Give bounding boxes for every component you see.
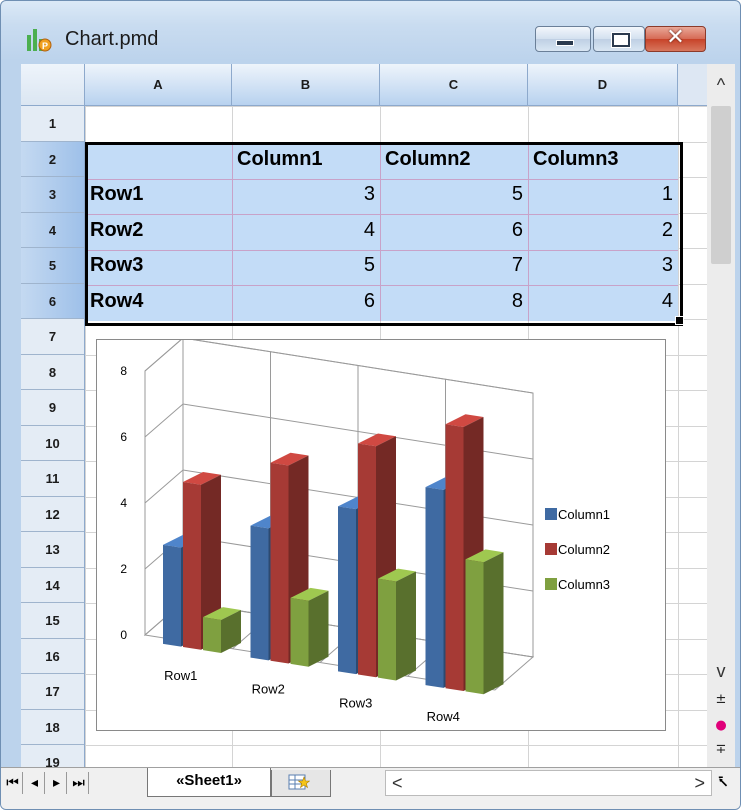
bar-side	[483, 552, 504, 695]
bar-column3-row1	[203, 617, 221, 653]
svg-text:P: P	[42, 41, 48, 51]
scroll-right-button[interactable]: >	[694, 771, 705, 795]
x-tick-label: Row3	[339, 695, 372, 710]
dot-icon[interactable]: ●	[707, 718, 735, 733]
selection-border	[85, 142, 683, 326]
row-header-15[interactable]: 15	[21, 603, 84, 639]
legend-swatch	[545, 543, 557, 555]
y-tick-label: 6	[120, 430, 127, 444]
row-header-7[interactable]: 7	[21, 319, 84, 355]
row-header-10[interactable]: 10	[21, 426, 84, 461]
row-header-13[interactable]: 13	[21, 532, 84, 568]
column-header-c[interactable]: C	[380, 64, 528, 105]
grid-row-line	[85, 745, 707, 746]
column-header-d[interactable]: D	[528, 64, 678, 105]
new-sheet-tab[interactable]	[271, 770, 331, 797]
row-header-bar: 1 2 3 4 5 6 7 8 9 10 11 12 13 14 15 16 17 18 19	[21, 106, 85, 767]
grid-row-line	[85, 106, 707, 107]
row-header-3[interactable]: 3	[21, 177, 84, 213]
spreadsheet-grid[interactable]: ABCD 1 2 3 4 5 6 7 8 9 10 11 12 13 14 15 16 17 18 19 Colum…	[21, 64, 707, 767]
legend-label: Column2	[558, 542, 610, 557]
select-all-corner[interactable]	[21, 64, 85, 105]
horizontal-scrollbar[interactable]: < >	[385, 770, 712, 796]
row-header-5[interactable]: 5	[21, 248, 84, 284]
x-tick-label: Row1	[164, 668, 197, 683]
row-header-2[interactable]: 2	[21, 141, 84, 177]
legend-swatch	[545, 508, 557, 520]
y-tick-label: 4	[120, 496, 127, 510]
maximize-button[interactable]	[593, 26, 645, 52]
last-sheet-icon[interactable]: ⏭	[69, 772, 89, 794]
maximize-icon	[611, 32, 631, 48]
chart-object[interactable]: 0 2 4 6 8 Row1 Row2 Row3 Row4 Column1 Column2 Colum…	[96, 336, 666, 731]
legend-label: Column1	[558, 507, 610, 522]
page-up-icon[interactable]: ±	[707, 692, 735, 707]
page-down-icon[interactable]: ∓	[707, 742, 735, 757]
row-header-9[interactable]: 9	[21, 390, 84, 426]
bar-column1-row3	[338, 506, 356, 675]
row-header-11[interactable]: 11	[21, 461, 84, 497]
new-sheet-icon	[288, 774, 310, 790]
prev-sheet-icon[interactable]: ◂	[25, 772, 45, 794]
bar-column1-row2	[250, 525, 269, 661]
tab-sheet1[interactable]: «Sheet1»	[147, 768, 271, 797]
legend-label: Column3	[558, 577, 610, 592]
scroll-down-button[interactable]: v	[707, 656, 735, 686]
row-header-17[interactable]: 17	[21, 674, 84, 710]
bar-column1-row1	[163, 544, 181, 647]
scroll-thumb[interactable]	[711, 106, 731, 264]
close-icon: ✕	[666, 25, 685, 50]
bar-side	[308, 590, 329, 667]
row-header-4[interactable]: 4	[21, 212, 84, 248]
bar-column2-row1	[183, 481, 201, 650]
bar-column3-row3	[378, 578, 396, 681]
bar-column2-row4	[445, 424, 464, 692]
bar-column3-row4	[465, 559, 484, 695]
minimize-button[interactable]	[535, 26, 591, 52]
application-window: P Chart.pmd ✕ ABCD 1 2 3 4 5 6 7 8 9 10 11 12 13 14 15…	[0, 0, 741, 810]
bar-column2-row2	[270, 462, 289, 664]
vertical-scrollbar[interactable]: ^ v ± ● ∓	[707, 64, 735, 767]
legend-swatch	[545, 578, 557, 590]
window-title: Chart.pmd	[65, 28, 159, 50]
sheet-tab-bar: ⏮ ◂ ▸ ⏭ «Sheet1» < > ⭶	[1, 767, 740, 809]
minimize-icon	[556, 40, 574, 46]
bar-column1-row4	[425, 487, 444, 688]
row-header-18[interactable]: 18	[21, 710, 84, 745]
app-icon: P	[27, 29, 52, 52]
next-sheet-icon[interactable]: ▸	[47, 772, 67, 794]
y-tick-label: 8	[120, 364, 127, 378]
x-tick-label: Row4	[427, 709, 460, 724]
title-bar[interactable]: P Chart.pmd ✕	[1, 1, 740, 63]
bar-column2-row3	[358, 443, 376, 678]
scroll-left-button[interactable]: <	[392, 771, 403, 795]
row-header-8[interactable]: 8	[21, 355, 84, 390]
row-header-6[interactable]: 6	[21, 283, 84, 319]
chart-plot: 0 2 4 6 8 Row1 Row2 Row3 Row4 Column1 Column2 Colum…	[120, 336, 610, 724]
column-header-bar: ABCD	[21, 64, 707, 106]
split-corner-icon[interactable]: ⭶	[711, 772, 735, 794]
close-button[interactable]: ✕	[645, 25, 706, 52]
bar-column3-row2	[290, 597, 309, 667]
x-tick-label: Row2	[252, 682, 285, 697]
y-tick-label: 2	[120, 562, 127, 576]
bar-side	[396, 571, 416, 681]
row-header-1[interactable]: 1	[21, 106, 84, 142]
row-header-12[interactable]: 12	[21, 497, 84, 532]
scroll-up-button[interactable]: ^	[707, 64, 735, 106]
first-sheet-icon[interactable]: ⏮	[3, 772, 23, 794]
column-header-a[interactable]: A	[85, 64, 232, 105]
fill-handle[interactable]	[675, 316, 684, 325]
row-header-19[interactable]: 19	[21, 745, 84, 767]
y-tick-label: 0	[120, 628, 127, 642]
row-header-16[interactable]: 16	[21, 639, 84, 674]
column-header-b[interactable]: B	[232, 64, 380, 105]
row-header-14[interactable]: 14	[21, 568, 84, 603]
